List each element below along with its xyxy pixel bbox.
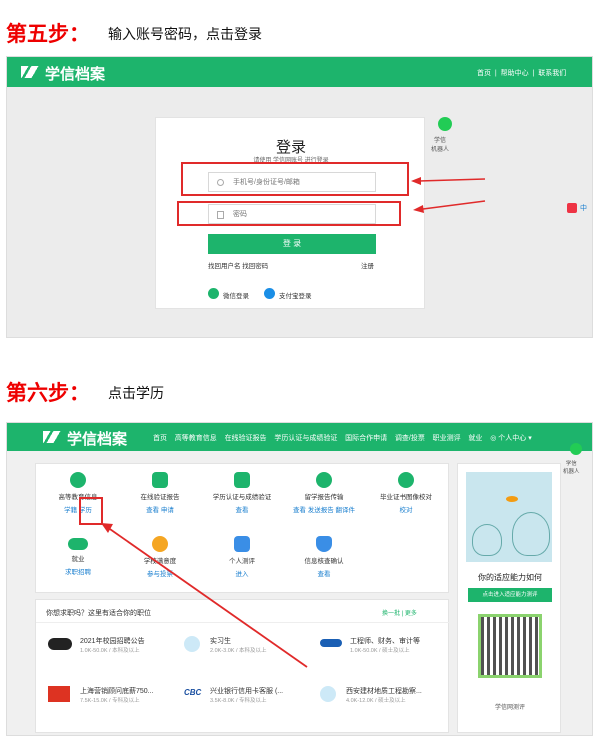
password-highlight-box — [177, 201, 401, 226]
top-bar: 学信档案 首页 | 帮助中心 | 联系我们 — [7, 57, 592, 87]
nav-home[interactable]: 首页 — [477, 70, 491, 77]
login-screenshot: 学信档案 首页 | 帮助中心 | 联系我们 登录 请使用 学信网账号 进行登录 … — [6, 56, 593, 338]
arrow-annotation — [101, 523, 308, 668]
step5-desc: 输入账号密码，点击登录 — [108, 26, 262, 42]
robot-label: 学信 机器人 — [431, 138, 450, 153]
wechat-icon[interactable] — [208, 288, 219, 299]
arrow-annotations — [411, 177, 486, 213]
sogou-icon — [567, 203, 577, 213]
logo-icon — [21, 66, 39, 78]
register-link[interactable]: 注册 — [361, 260, 374, 270]
login-button[interactable]: 登 录 — [208, 234, 376, 254]
alipay-login[interactable]: 支付宝登录 — [279, 290, 312, 300]
login-title: 登录 — [275, 139, 306, 156]
step6-desc: 点击学历 — [108, 385, 164, 401]
wechat-login[interactable]: 微信登录 — [223, 290, 249, 300]
nav-help[interactable]: 帮助中心 — [501, 70, 529, 77]
step5-label: 第五步： — [6, 22, 90, 46]
forgot-links[interactable]: 找回用户名 找回密码 — [208, 260, 268, 270]
robot-icon[interactable] — [438, 117, 452, 131]
ime-badge: 中 — [580, 205, 587, 212]
nav-contact[interactable]: 联系我们 — [538, 70, 566, 77]
username-highlight-box — [181, 162, 409, 196]
logo-text: 学信档案 — [45, 66, 106, 83]
step6-label: 第六步： — [6, 381, 90, 405]
alipay-icon[interactable] — [264, 288, 275, 299]
main-screenshot: 学信档案 首页 高等教育信息 在线验证报告 学历认证与成绩验证 国际合作申请 调… — [6, 422, 593, 736]
top-nav: 首页 | 帮助中心 | 联系我们 — [477, 70, 567, 77]
